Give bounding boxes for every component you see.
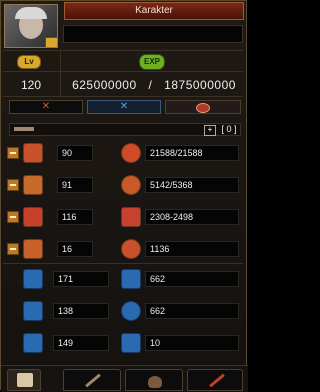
stat-value: 116: [57, 209, 93, 225]
magic-shield-icon: [121, 301, 141, 321]
gem-icon: [196, 103, 210, 113]
tab-emotes[interactable]: [165, 100, 241, 114]
speed-icon: [23, 269, 43, 289]
stat-value: 2308-2498: [145, 209, 239, 225]
stat-value: 138: [53, 303, 109, 319]
axe-icon: [209, 373, 225, 388]
divider: [3, 71, 243, 72]
level-badge: Lv: [17, 55, 41, 69]
pencil-icon[interactable]: [45, 37, 57, 47]
character-name-field: [63, 25, 243, 43]
divider: [3, 263, 243, 264]
stat-value: 171: [53, 271, 109, 287]
avatar[interactable]: [4, 4, 58, 48]
title-bar[interactable]: Karakter: [64, 2, 244, 20]
stat-value: 91: [57, 177, 93, 193]
exp-next: 1875000000: [164, 78, 236, 92]
cross-icon: ✕: [41, 101, 51, 112]
helmet-icon: [148, 376, 162, 388]
stat-value: 1136: [145, 241, 239, 257]
stat-value: 21588/21588: [145, 145, 239, 161]
divider: [3, 96, 243, 97]
stat-points-value: [ 0 ]: [221, 124, 237, 134]
tab-equipment[interactable]: [63, 369, 121, 391]
weapon-icon: [23, 239, 43, 259]
decrease-button[interactable]: [7, 211, 19, 223]
exp-current: 625000000: [72, 78, 137, 92]
decrease-button[interactable]: [7, 179, 19, 191]
tab-quest[interactable]: [187, 369, 243, 391]
decrease-button[interactable]: [7, 147, 19, 159]
tower-icon: [121, 269, 141, 289]
strength-icon: [23, 143, 43, 163]
tab-community[interactable]: [125, 369, 183, 391]
character-window: Karakter Lv EXP 120 625000000 / 18750000…: [0, 0, 248, 392]
attack-icon: [121, 207, 141, 227]
stat-value: 662: [145, 303, 239, 319]
tab-basic[interactable]: ✕: [9, 100, 83, 114]
hair-icon: [15, 7, 47, 19]
head-icon: [23, 175, 43, 195]
magic-speed-icon: [23, 301, 43, 321]
window-title: Karakter: [135, 5, 173, 16]
exp-badge: EXP: [139, 54, 165, 70]
scroll-icon: [17, 373, 33, 387]
exp-value: 625000000 / 1875000000: [63, 78, 245, 92]
level-value: 120: [20, 78, 42, 92]
stat-value: 90: [57, 145, 93, 161]
shield-icon: [121, 239, 141, 259]
tab-skills[interactable]: ✕: [87, 100, 161, 114]
dexterity-icon: [23, 207, 43, 227]
pillar-icon: [121, 333, 141, 353]
stat-value: 10: [145, 335, 239, 351]
sword-icon: [14, 127, 34, 131]
sword-icon: [85, 373, 101, 388]
hourglass-icon: [23, 333, 43, 353]
stat-value: 149: [53, 335, 109, 351]
scroll-button[interactable]: [7, 369, 41, 391]
cross-icon: ✕: [119, 101, 129, 112]
divider: [60, 51, 61, 96]
exp-separator: /: [148, 78, 153, 92]
mana-icon: [121, 175, 141, 195]
stat-value: 16: [57, 241, 93, 257]
stat-value: 5142/5368: [145, 177, 239, 193]
add-stat-button[interactable]: +: [204, 125, 216, 136]
decrease-button[interactable]: [7, 243, 19, 255]
divider: [3, 50, 243, 51]
heart-icon: [121, 143, 141, 163]
stat-points-bar: + [ 0 ]: [9, 123, 241, 136]
stat-value: 662: [145, 271, 239, 287]
